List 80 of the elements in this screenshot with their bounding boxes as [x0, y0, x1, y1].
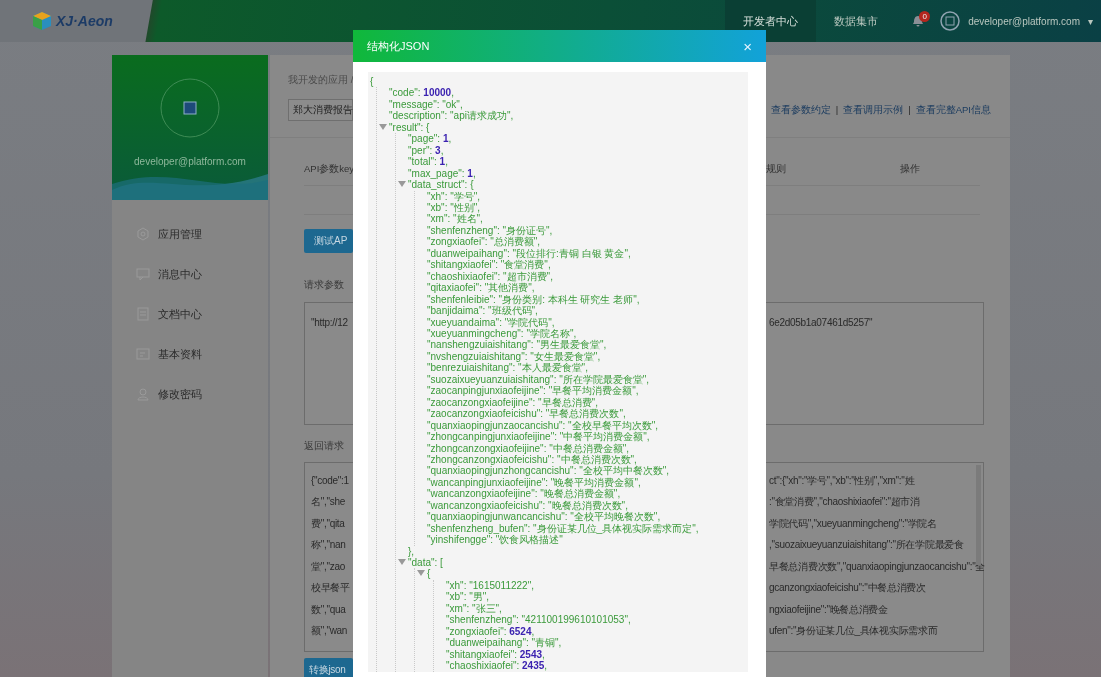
json-line: "shitangxiaofei": 2543, — [446, 648, 545, 660]
response-text: ngxiaofeijine":"晚餐总消费金 — [769, 602, 888, 617]
json-line: "zaocanzongxiaofeijine": "早餐总消费", — [427, 396, 598, 408]
request-text: 6e2d05b1a07461d5257" — [769, 315, 873, 330]
response-text: {"code":1 — [311, 474, 349, 486]
json-line: "chaoshixiaofei": "超市消费", — [427, 270, 553, 282]
json-line: "total": 1, — [408, 156, 448, 168]
json-line: "nanshengzuiaishitang": "男生最爱食堂", — [427, 339, 607, 351]
response-text: 称","nan — [311, 539, 346, 550]
json-line: "qitaxiaofei": "其他消费", — [427, 282, 535, 294]
json-line: "xueyuanmingcheng": "学院名称", — [427, 327, 577, 339]
json-line: "zhongcanzongxiaofeicishu": "中餐总消费次数", — [427, 453, 637, 465]
json-line: { — [427, 568, 431, 580]
column-header: API参数key — [304, 163, 355, 175]
json-line: "xm": "姓名", — [427, 213, 483, 225]
response-text: 校早餐平 — [311, 582, 350, 593]
json-line: "duanweipaihang": "段位排行:青铜 白银 黄金", — [427, 247, 631, 259]
json-line: "shenfenzheng": "421100199610101053", — [446, 614, 631, 626]
json-line: "wancanzongxiaofeijine": "晚餐总消费金额", — [427, 488, 621, 500]
json-line: "max_page": 1, — [408, 167, 476, 179]
response-text: 额","wan — [311, 625, 348, 636]
json-line: "shitangxiaofei": "食堂消费", — [427, 259, 551, 271]
logo-text: XJ·Aeon — [56, 11, 113, 31]
json-line: "nvshengzuiaishitang": "女生最爱食堂", — [427, 350, 601, 362]
link-separator: | — [835, 103, 839, 118]
column-header: 操作 — [900, 163, 920, 175]
json-line: "xh": "1615011222", — [446, 579, 534, 591]
json-line: "xb": "性别", — [427, 202, 481, 213]
json-line: "suozaixueyuanzuiaishitang": "所在学院最爱食堂", — [427, 373, 650, 385]
json-line: "chaoshixiaofei": 2435, — [446, 660, 548, 672]
response-text: 费","qita — [311, 517, 345, 529]
json-line: "xh": "学号", — [427, 190, 481, 202]
json-line: "shenfenzheng": "身份证号", — [427, 224, 553, 236]
json-line: "shenfenleibie": "身份类别: 本科生 研究生 老师", — [427, 293, 640, 305]
json-line: "banjidaima": "班级代码", — [427, 305, 538, 317]
dialog-title: 结构化JSON — [367, 38, 430, 54]
json-line: "code": 10000, — [389, 87, 454, 99]
json-line: "quanxiaopingjunzhongcancishu": "全校平均中餐次数", — [427, 465, 670, 477]
response-text: 数","qua — [311, 603, 346, 615]
json-line: "zongxiaofei": 6524, — [446, 625, 535, 637]
link-separator: | — [908, 103, 911, 118]
json-line: "shenfenzheng_bufen": "身份证某几位_具体视实际需求而定", — [427, 522, 699, 534]
response-text: ufen":"身份证某几位_具体视实际需求而 — [769, 624, 938, 638]
field-label: 请求参数 — [304, 278, 344, 290]
json-line: { — [370, 76, 374, 87]
column-header: 规则 — [766, 163, 786, 175]
json-line: "zongxiaofei": "总消费额", — [427, 236, 541, 248]
json-line: "data": [ — [408, 557, 443, 569]
json-line: "xm": "张三", — [446, 602, 502, 614]
response-text: :"食堂消费","chaoshixiaofei":"超市消 — [769, 495, 920, 509]
response-text: 学院代码","xueyuanmingcheng":"学院名 — [769, 516, 937, 531]
json-line: "page": 1, — [408, 133, 452, 145]
response-text: ,"suozaixueyuanzuiaishitang":"所在学院最爱食 — [769, 538, 964, 552]
json-line: "zhongcanzongxiaofeijine": "中餐总消费金额", — [427, 442, 630, 454]
json-line: "zhongcanpingjunxiaofeijine": "中餐平均消费金额", — [427, 431, 650, 443]
json-line: "yinshifengge": "饮食风格描述" — [427, 534, 563, 546]
json-line: "description": "api请求成功", — [389, 110, 514, 122]
json-line: "data_struct": { — [408, 179, 474, 191]
json-line: }, — [408, 545, 415, 557]
profile-email: developer@platform.com — [134, 155, 246, 169]
json-line: "duanweipaihang": "青铜", — [446, 637, 562, 649]
json-line: "xueyuandaima": "学院代码", — [427, 316, 555, 328]
json-line: "benrezuiaishitang": "本人最爱食堂", — [427, 362, 588, 374]
json-line: "quanxiaopingjunzaocancishu": "全校早餐平均次数", — [427, 419, 658, 431]
field-label: 返回请求 — [304, 439, 344, 451]
json-line: "per": 3, — [408, 144, 444, 156]
notification-badge: 0 — [919, 11, 931, 22]
json-line: "quanxiaopingjunwancancishu": "全校平均晚餐次数", — [427, 511, 661, 523]
json-line: "result": { — [389, 121, 430, 133]
json-line: "wancanzongxiaofeicishu": "晚餐总消费次数", — [427, 499, 628, 511]
json-line: "wancanpingjunxiaofeijine": "晚餐平均消费金额", — [427, 476, 641, 488]
json-line: "zaocanzongxiaofeicishu": "早餐总消费次数", — [427, 408, 626, 420]
json-line: "xb": "男", — [446, 591, 490, 603]
response-text: ct":{"xh":"学号","xb":"性别","xm":"姓 — [769, 473, 915, 488]
request-text: "http://12 — [311, 316, 348, 328]
json-line: "message": "ok", — [389, 98, 463, 110]
response-text: 堂","zao — [311, 560, 345, 572]
response-text: gcanzongxiaofeicishu":"中餐总消费次 — [769, 581, 926, 595]
json-line: "zaocanpingjunxiaofeijine": "早餐平均消费金额", — [427, 385, 639, 397]
response-text: 名","she — [311, 496, 345, 507]
